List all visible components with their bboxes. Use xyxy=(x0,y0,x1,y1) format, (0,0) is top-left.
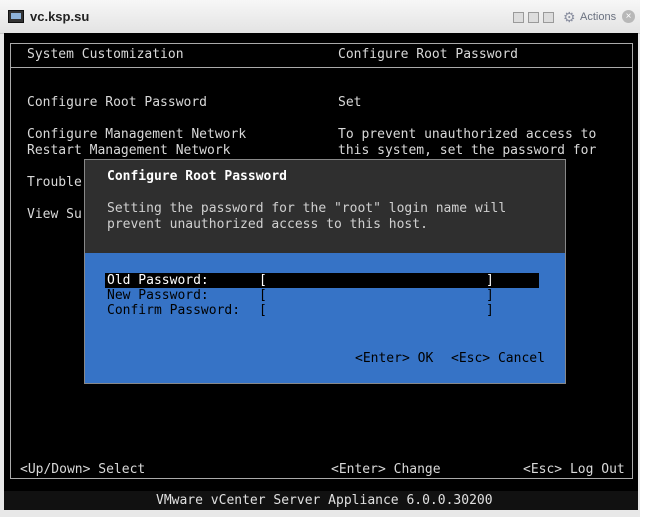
window-titlebar: vc.ksp.su ⚙ Actions × xyxy=(0,0,648,34)
dialog-message-line-1: Setting the password for the "root" logi… xyxy=(107,201,507,216)
password-form: Old Password: [ ] New Password: [ ] Conf… xyxy=(85,253,565,383)
header-right: Configure Root Password xyxy=(338,47,519,62)
vm-console-window: vc.ksp.su ⚙ Actions × System Customizati… xyxy=(0,0,648,517)
logout-hint: <Esc> Log Out xyxy=(523,462,625,477)
fullscreen-icon[interactable] xyxy=(543,12,554,23)
confirm-password-input[interactable]: [ ] xyxy=(259,303,494,319)
dcui-console[interactable]: System Customization Configure Root Pass… xyxy=(4,33,638,510)
ok-button[interactable]: <Enter> OK xyxy=(355,351,433,367)
select-hint: <Up/Down> Select xyxy=(20,462,146,477)
menu-item-management-network[interactable]: Configure Management Network xyxy=(27,127,246,143)
change-hint: <Enter> Change xyxy=(331,462,441,477)
old-password-label: Old Password: xyxy=(107,273,209,288)
status-bar: VMware vCenter Server Appliance 6.0.0.30… xyxy=(4,491,638,510)
confirm-password-label: Confirm Password: xyxy=(107,303,241,318)
menu-item-root-password[interactable]: Configure Root Password xyxy=(27,95,207,111)
menu-item-restart-network[interactable]: Restart Management Network xyxy=(27,143,231,159)
cancel-button[interactable]: <Esc> Cancel xyxy=(451,351,545,367)
actions-menu[interactable]: Actions xyxy=(580,11,616,23)
dialog-message-line-2: prevent unauthorized access to this host… xyxy=(107,217,428,232)
minimize-icon[interactable] xyxy=(513,12,524,23)
menu-item-view-support[interactable]: View Su xyxy=(27,207,82,223)
window-title: vc.ksp.su xyxy=(30,9,90,24)
old-password-input[interactable]: [ ] xyxy=(259,273,494,289)
restore-icon[interactable] xyxy=(528,12,539,23)
description-line-1: To prevent unauthorized access to xyxy=(338,127,597,142)
gear-icon[interactable]: ⚙ xyxy=(563,9,576,26)
menu-item-troubleshooting[interactable]: Trouble xyxy=(27,175,82,191)
console-icon xyxy=(8,10,24,23)
product-version: VMware vCenter Server Appliance 6.0.0.30… xyxy=(156,493,493,508)
right-edge-panel xyxy=(640,0,648,517)
root-password-dialog: Configure Root Password Setting the pass… xyxy=(84,159,566,384)
status-value: Set xyxy=(338,95,362,110)
dialog-title: Configure Root Password xyxy=(107,169,288,184)
description-line-2: this system, set the password for xyxy=(338,143,597,158)
close-icon[interactable]: × xyxy=(622,10,635,23)
new-password-label: New Password: xyxy=(107,288,209,303)
new-password-input[interactable]: [ ] xyxy=(259,288,494,304)
header-left: System Customization xyxy=(27,47,184,62)
